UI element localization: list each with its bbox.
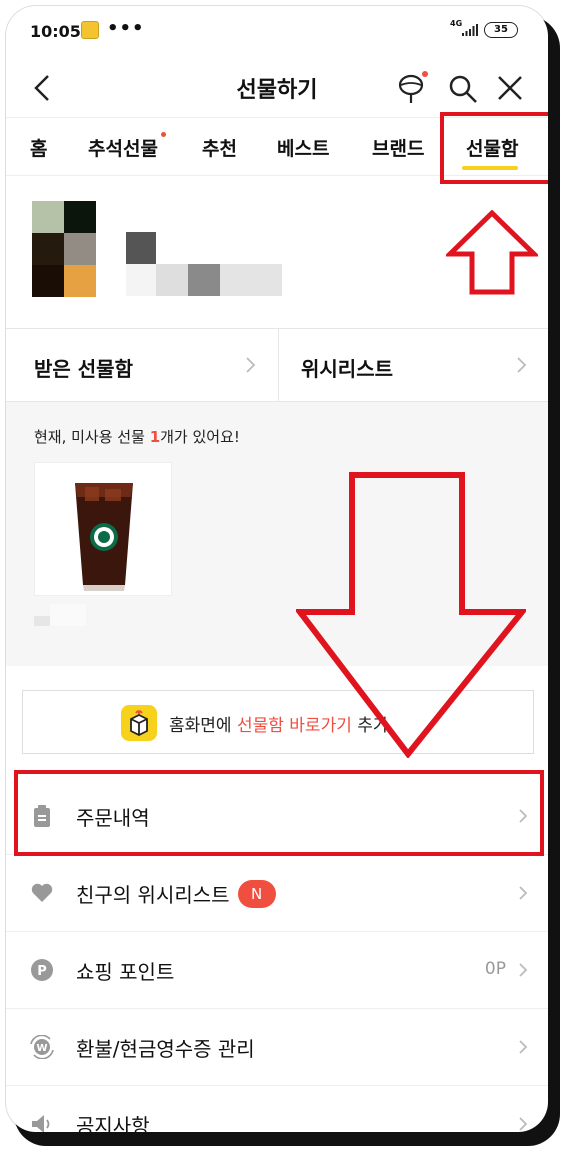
gift-item-card[interactable] — [34, 462, 172, 596]
tab-new-dot — [160, 132, 166, 137]
search-icon[interactable] — [448, 74, 478, 104]
tab-best[interactable]: 베스트 — [277, 134, 329, 161]
chevron-right-icon — [246, 357, 256, 373]
shopping-point-item[interactable]: P 쇼핑 포인트 0P — [6, 932, 548, 1009]
profile-name-blur — [220, 264, 282, 296]
annotation-box-order-history — [14, 770, 544, 856]
friends-wishlist-label: 친구의 위시리스트 N — [76, 879, 276, 908]
profile-avatar[interactable] — [32, 201, 96, 297]
shopping-point-label: 쇼핑 포인트 — [76, 960, 175, 984]
refund-icon: W — [30, 1035, 54, 1059]
tab-recommend[interactable]: 추천 — [202, 134, 237, 161]
app-header: 선물하기 — [6, 58, 548, 118]
giftbox-shortcuts: 받은 선물함 위시리스트 — [6, 328, 548, 403]
battery-icon: 35 — [484, 22, 518, 38]
gift-name-blur — [34, 604, 86, 626]
annotation-arrow-up — [446, 210, 538, 295]
status-time: 10:05 — [30, 22, 81, 41]
speaker-icon — [32, 1115, 50, 1132]
chevron-right-icon — [519, 886, 528, 900]
tab-chuseok-label: 추석선물 — [88, 138, 158, 160]
lollipop-icon[interactable] — [396, 72, 426, 104]
tab-chuseok[interactable]: 추석선물 — [88, 132, 166, 161]
notice-item[interactable]: 공지사항 — [6, 1086, 548, 1132]
refund-receipt-item[interactable]: W 환불/현금영수증 관리 — [6, 1009, 548, 1086]
signal-icon — [462, 24, 478, 36]
annotation-arrow-down — [296, 472, 526, 758]
profile-name-blur — [188, 264, 220, 296]
more-notifications-icon: ••• — [107, 18, 145, 39]
notice-label: 공지사항 — [76, 1114, 150, 1132]
close-icon[interactable] — [496, 74, 524, 102]
profile-name-blur — [126, 264, 156, 296]
point-icon: P — [31, 959, 53, 981]
svg-text:W: W — [36, 1043, 47, 1054]
received-giftbox-label: 받은 선물함 — [34, 357, 133, 381]
phone-frame: 10:05 ••• 4G 35 선물하기 홈 추석선물 추천 베스트 브랜드 선… — [6, 6, 548, 1132]
chevron-right-icon — [519, 963, 528, 977]
unused-count: 1 — [149, 428, 161, 446]
new-badge: N — [237, 880, 276, 908]
tab-brand[interactable]: 브랜드 — [372, 134, 424, 161]
chevron-right-icon — [517, 357, 527, 373]
unused-gift-text: 현재, 미사용 선물 1개가 있어요! — [34, 428, 240, 446]
heart-icon — [31, 883, 53, 902]
new-dot — [422, 71, 428, 77]
chevron-right-icon — [519, 1117, 528, 1131]
received-giftbox-button[interactable]: 받은 선물함 — [6, 329, 278, 403]
gift-box-icon — [121, 705, 157, 741]
profile-name-blur — [156, 264, 188, 296]
refund-receipt-label: 환불/현금영수증 관리 — [76, 1037, 255, 1061]
notification-app-icon — [81, 21, 99, 39]
tab-home[interactable]: 홈 — [30, 134, 47, 161]
svg-text:P: P — [37, 964, 47, 979]
wishlist-label: 위시리스트 — [301, 357, 393, 381]
shopping-point-value: 0P — [484, 959, 506, 979]
iced-coffee-image — [75, 483, 133, 591]
profile-name-blur — [126, 232, 156, 264]
friends-wishlist-item[interactable]: 친구의 위시리스트 N — [6, 855, 548, 932]
chevron-right-icon — [519, 1040, 528, 1054]
status-bar: 10:05 ••• 4G 35 — [6, 6, 548, 58]
annotation-box-giftbox-tab — [440, 112, 548, 184]
network-type: 4G — [450, 19, 463, 28]
wishlist-button[interactable]: 위시리스트 — [279, 329, 548, 403]
